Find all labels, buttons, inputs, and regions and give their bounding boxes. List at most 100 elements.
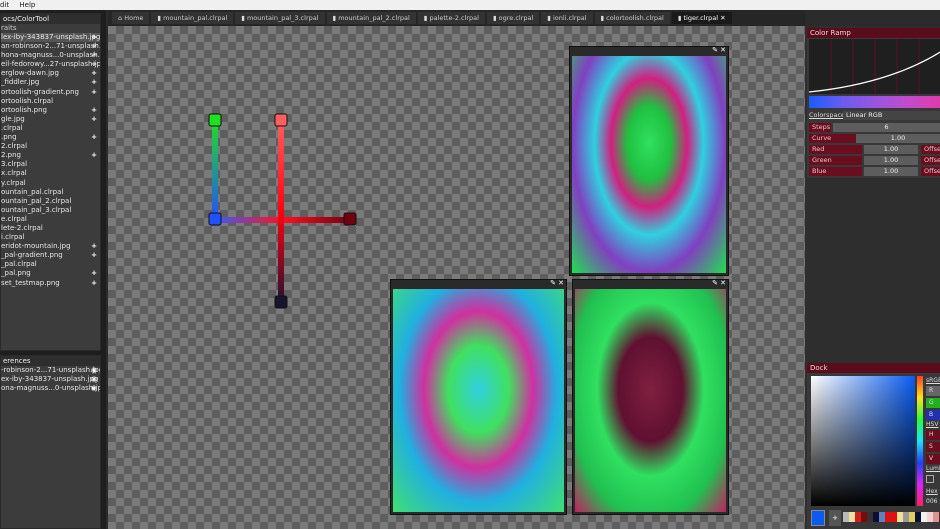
eye-icon[interactable]: ◉ — [91, 366, 97, 375]
canvas[interactable]: ✎ ✕ ✎ ✕ ✎ ✕ — [108, 26, 805, 529]
handle-blue[interactable] — [208, 212, 222, 226]
file-item[interactable]: e.clrpal — [1, 215, 100, 224]
v-field[interactable]: V — [926, 454, 940, 464]
menu-help[interactable]: Help — [19, 1, 35, 9]
reference-item[interactable]: ona-magnuss...0-unsplash.jpg ◉ — [1, 384, 100, 393]
image-frame-cat[interactable]: ✎ ✕ — [390, 279, 567, 515]
file-item[interactable]: ountain_pal_2.clrpal — [1, 197, 100, 206]
tab-home[interactable]: ⌂ Home — [112, 12, 150, 24]
lumi-checkbox[interactable] — [926, 475, 934, 483]
steps-slider[interactable]: 6 — [833, 123, 940, 132]
tab-mountain-pal-3-clrpal[interactable]: ▮ mountain_pal_3.clrpal — [235, 12, 325, 24]
file-item[interactable]: ortoolish-gradient.png + — [1, 88, 100, 97]
reference-item[interactable]: -robinson-2...71-unsplash.jpg ◉ — [1, 366, 100, 375]
ramp-green-blue[interactable] — [212, 120, 218, 220]
add-icon[interactable]: + — [91, 279, 97, 288]
file-item[interactable]: i.clrpal — [1, 233, 100, 242]
channel-slider-green[interactable]: 1.00 — [864, 156, 918, 165]
file-item[interactable]: 2.clrpal — [1, 142, 100, 151]
tab-ionli-clrpal[interactable]: ▮ ionli.clrpal — [541, 12, 593, 24]
close-icon[interactable]: ✕ — [558, 279, 564, 287]
eyedropper-icon[interactable]: ✎ — [550, 279, 556, 287]
colorspace-select[interactable]: Linear RGB — [843, 111, 940, 120]
menu-edit[interactable]: dit — [0, 1, 9, 9]
current-color-swatch[interactable] — [811, 510, 825, 526]
add-swatch-button[interactable]: + — [829, 510, 841, 526]
g-field[interactable]: G — [926, 398, 940, 408]
file-item[interactable]: .png + — [1, 133, 100, 142]
file-item[interactable]: 3.clrpal — [1, 160, 100, 169]
add-icon[interactable]: + — [91, 133, 97, 142]
image-frame-person[interactable]: ✎ ✕ — [572, 279, 729, 515]
s-field[interactable]: S — [926, 442, 940, 452]
add-icon[interactable]: + — [91, 269, 97, 278]
add-icon[interactable]: + — [91, 69, 97, 78]
ramp-curve-graph[interactable] — [809, 39, 940, 94]
saturation-value-picker[interactable] — [811, 376, 915, 506]
hex-field[interactable]: 006 — [926, 497, 940, 507]
close-icon[interactable]: ✕ — [720, 46, 726, 54]
file-item[interactable]: y.clrpal — [1, 179, 100, 188]
add-icon[interactable]: + — [91, 42, 97, 51]
add-icon[interactable]: + — [91, 33, 97, 42]
eyedropper-icon[interactable]: ✎ — [712, 279, 718, 287]
file-item[interactable]: .clrpal — [1, 124, 100, 133]
file-item[interactable]: _fiddler.jpg + — [1, 78, 100, 87]
add-icon[interactable]: + — [91, 51, 97, 60]
file-item[interactable]: 2.png + — [1, 151, 100, 160]
file-item[interactable]: set_testmap.png + — [1, 279, 100, 288]
file-item[interactable]: erglow-dawn.jpg + — [1, 69, 100, 78]
add-icon[interactable]: + — [91, 151, 97, 160]
tab-label: Home — [124, 14, 144, 22]
file-item[interactable]: _pal.clrpal — [1, 260, 100, 269]
file-item[interactable]: lex-iby-343837-unsplash.jpg + — [1, 33, 100, 43]
tab-palette-2-clrpal[interactable]: ▮ palette-2.clrpal — [417, 12, 485, 24]
image-frame-tiger[interactable]: ✎ ✕ — [569, 46, 729, 276]
add-icon[interactable]: + — [91, 242, 97, 251]
project-panel: ocs/ColorTool raits lex-iby-343837-unspl… — [0, 13, 101, 351]
tab-mountain-pal-2-clrpal[interactable]: ▮ mountain_pal_2.clrpal — [326, 12, 416, 24]
curve-slider[interactable]: 1.00 — [856, 134, 940, 143]
add-icon[interactable]: + — [91, 115, 97, 124]
channel-slider-red[interactable]: 1.00 — [864, 145, 918, 154]
close-tab-icon[interactable]: ✕ — [718, 14, 725, 22]
tab-mountain-pal-clrpal[interactable]: ▮ mountain_pal.clrpal — [151, 12, 234, 24]
handle-green[interactable] — [208, 113, 222, 127]
color-swatch[interactable] — [933, 512, 939, 522]
file-item[interactable]: _pal.png + — [1, 269, 100, 278]
ramp-red-dark[interactable] — [278, 120, 284, 306]
add-icon[interactable]: + — [91, 78, 97, 87]
file-item[interactable]: gle.jpg + — [1, 115, 100, 124]
file-item[interactable]: _pal-gradient.png + — [1, 251, 100, 260]
file-item[interactable]: hona-magnuss...0-unsplash.jpg + — [1, 51, 100, 60]
add-icon[interactable]: + — [91, 251, 97, 260]
file-item[interactable]: eil-fedorowy...27-unsplash.jpg + — [1, 60, 100, 69]
tab-colortoolish-clrpal[interactable]: ▮ colortoolish.clrpal — [594, 12, 670, 24]
close-icon[interactable]: ✕ — [720, 279, 726, 287]
file-item[interactable]: ortoolish.png + — [1, 106, 100, 115]
hue-slider[interactable] — [917, 376, 923, 506]
channel-slider-blue[interactable]: 1.00 — [864, 167, 918, 176]
file-item[interactable]: x.clrpal — [1, 169, 100, 178]
tab-tiger-clrpal[interactable]: ▮ tiger.clrpal ✕ — [671, 12, 732, 24]
eye-icon[interactable]: ◉ — [91, 384, 97, 393]
reference-item[interactable]: ex-iby-343837-unsplash.jpg ◉ — [1, 375, 100, 384]
file-item[interactable]: ountain_pal_3.clrpal — [1, 206, 100, 215]
add-icon[interactable]: + — [91, 106, 97, 115]
file-item[interactable]: ountain_pal.clrpal — [1, 188, 100, 197]
file-item[interactable]: eridot-mountain.jpg + — [1, 242, 100, 251]
add-icon[interactable]: + — [91, 60, 97, 69]
h-field[interactable]: H — [926, 430, 940, 440]
handle-light-red[interactable] — [274, 113, 288, 127]
handle-dark-red[interactable] — [343, 212, 357, 226]
eyedropper-icon[interactable]: ✎ — [712, 46, 718, 54]
file-item[interactable]: ortoolish.clrpal — [1, 97, 100, 106]
r-field[interactable]: R — [926, 386, 940, 396]
eye-icon[interactable]: ◉ — [91, 375, 97, 384]
file-item[interactable]: an-robinson-2...71-unsplash.jpg+ — [1, 42, 100, 51]
handle-dark[interactable] — [274, 295, 288, 309]
add-icon[interactable]: + — [91, 88, 97, 97]
b-field[interactable]: B — [926, 410, 940, 420]
tab-ogre-clrpal[interactable]: ▮ ogre.clrpal — [486, 12, 540, 24]
file-item[interactable]: lete-2.clrpal — [1, 224, 100, 233]
